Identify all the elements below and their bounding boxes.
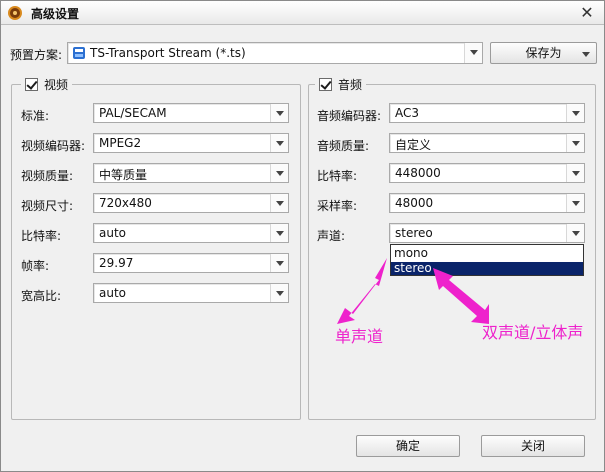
chevron-down-icon[interactable]	[270, 164, 288, 182]
video-quality-label: 视频质量:	[21, 169, 74, 183]
audio-group-label: 音频	[338, 78, 363, 92]
annotation-stereo-text: 双声道/立体声	[482, 323, 584, 342]
video-aspect-select[interactable]: auto	[93, 283, 289, 303]
video-aspect-value: auto	[99, 286, 127, 300]
video-bitrate-value: auto	[99, 226, 127, 240]
chevron-down-icon[interactable]	[566, 164, 584, 182]
video-size-value: 720x480	[99, 196, 152, 210]
video-bitrate-select[interactable]: auto	[93, 223, 289, 243]
audio-samplerate-label: 采样率:	[317, 199, 358, 213]
audio-quality-select[interactable]: 自定义	[389, 133, 585, 153]
annotation-arrow-stereo	[433, 268, 489, 324]
audio-encoder-label: 音频编码器:	[317, 109, 382, 123]
title-bar: 高级设置 ✕	[1, 1, 604, 25]
chevron-down-icon[interactable]	[566, 134, 584, 152]
chevron-down-icon[interactable]	[566, 194, 584, 212]
audio-quality-value: 自定义	[395, 138, 432, 152]
chevron-down-icon[interactable]	[566, 104, 584, 122]
film-reel-icon	[8, 6, 22, 20]
preset-label: 预置方案:	[10, 48, 63, 62]
audio-bitrate-value: 448000	[395, 166, 441, 180]
video-framerate-label: 帧率:	[21, 259, 50, 273]
video-group-label: 视频	[44, 78, 69, 92]
video-encoder-select[interactable]: MPEG2	[93, 133, 289, 153]
video-enable-checkbox[interactable]	[25, 78, 38, 91]
video-size-label: 视频尺寸:	[21, 199, 74, 213]
video-standard-label: 标准:	[21, 109, 50, 123]
audio-channel-value: stereo	[395, 226, 433, 240]
chevron-down-icon[interactable]	[464, 43, 482, 63]
chevron-down-icon[interactable]	[270, 134, 288, 152]
annotation-mono-text: 单声道	[335, 327, 384, 346]
audio-bitrate-select[interactable]: 448000	[389, 163, 585, 183]
chevron-down-icon[interactable]	[270, 254, 288, 272]
chevron-down-icon[interactable]	[270, 284, 288, 302]
video-encoder-value: MPEG2	[99, 136, 142, 150]
video-framerate-select[interactable]: 29.97	[93, 253, 289, 273]
chevron-down-icon	[582, 52, 590, 57]
chevron-down-icon[interactable]	[270, 104, 288, 122]
video-encoder-label: 视频编码器:	[21, 139, 86, 153]
video-aspect-label: 宽高比:	[21, 289, 62, 303]
chevron-down-icon[interactable]	[566, 224, 584, 242]
chevron-down-icon[interactable]	[270, 224, 288, 242]
close-button[interactable]: 关闭	[481, 435, 585, 457]
audio-channel-label: 声道:	[317, 229, 346, 243]
audio-samplerate-select[interactable]: 48000	[389, 193, 585, 213]
audio-bitrate-label: 比特率:	[317, 169, 358, 183]
audio-enable-checkbox[interactable]	[319, 78, 332, 91]
annotation-arrow-mono	[337, 258, 387, 324]
window-title: 高级设置	[31, 7, 80, 21]
audio-encoder-select[interactable]: AC3	[389, 103, 585, 123]
video-quality-value: 中等质量	[99, 168, 148, 182]
save-as-label: 保存为	[525, 46, 562, 60]
video-group-header: 视频	[21, 76, 73, 94]
preset-value: TS-Transport Stream (*.ts)	[90, 46, 246, 60]
advanced-settings-dialog: 高级设置 ✕ 预置方案: TS-Transport Stream (*.ts) …	[0, 0, 605, 472]
audio-group-header: 音频	[315, 76, 367, 94]
audio-samplerate-value: 48000	[395, 196, 434, 210]
video-standard-select[interactable]: PAL/SECAM	[93, 103, 289, 123]
video-size-select[interactable]: 720x480	[93, 193, 289, 213]
audio-quality-label: 音频质量:	[317, 139, 370, 153]
ok-button[interactable]: 确定	[356, 435, 460, 457]
video-quality-select[interactable]: 中等质量	[93, 163, 289, 183]
chevron-down-icon[interactable]	[270, 194, 288, 212]
audio-encoder-value: AC3	[395, 106, 420, 120]
save-as-button[interactable]: 保存为	[490, 42, 597, 64]
audio-channel-select[interactable]: stereo	[389, 223, 585, 243]
video-standard-value: PAL/SECAM	[99, 106, 167, 120]
close-icon[interactable]: ✕	[578, 4, 596, 22]
dropdown-option-mono[interactable]: mono	[391, 247, 583, 260]
preset-select[interactable]: TS-Transport Stream (*.ts)	[67, 42, 483, 64]
video-framerate-value: 29.97	[99, 256, 134, 270]
video-file-icon	[73, 47, 85, 59]
video-bitrate-label: 比特率:	[21, 229, 62, 243]
